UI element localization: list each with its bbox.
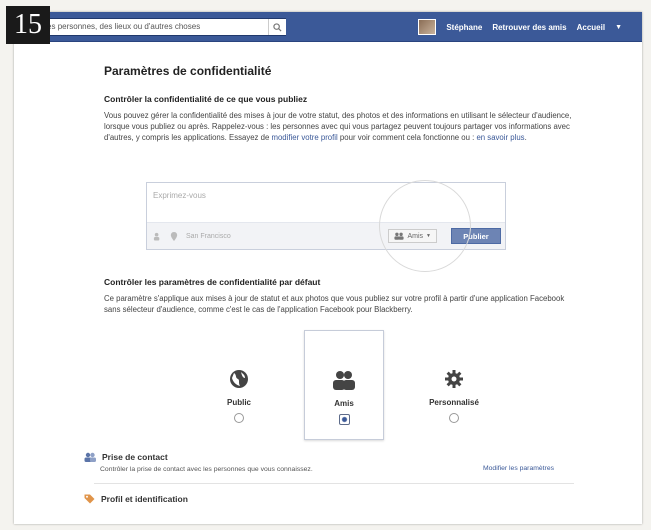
- avatar[interactable]: [418, 19, 437, 35]
- audience-option-label: Public: [226, 398, 251, 407]
- default-privacy-description: Ce paramètre s'applique aux mises à jour…: [104, 294, 565, 314]
- top-nav-links: Stéphane Retrouver des amis Accueil ▼: [418, 12, 622, 42]
- location-text[interactable]: San Francisco: [186, 233, 231, 240]
- edit-settings-link[interactable]: Modifier les paramètres: [483, 465, 554, 472]
- friends-icon: [333, 371, 355, 390]
- profile-link[interactable]: Stéphane: [446, 23, 482, 32]
- globe-icon: [230, 370, 248, 388]
- description-text-mid: pour voir comment cela fonctionne ou :: [337, 133, 477, 142]
- step-number-badge: 15: [6, 6, 50, 44]
- audience-radio-public[interactable]: [234, 413, 244, 423]
- location-pin-icon[interactable]: [170, 231, 178, 241]
- audience-option-label: Personnalisé: [429, 398, 479, 407]
- search-icon: [273, 22, 282, 32]
- default-audience-options: Public Amis Personnalisé: [104, 330, 584, 456]
- page-title: Paramètres de confidentialité: [104, 64, 272, 78]
- browser-frame: ouvez des personnes, des lieux ou d'autr…: [14, 12, 642, 524]
- default-privacy-heading: Contrôler les paramètres de confidential…: [104, 277, 321, 287]
- account-menu-caret-icon[interactable]: ▼: [615, 24, 622, 31]
- audience-option-friends[interactable]: Amis: [304, 330, 384, 440]
- tag-friends-icon[interactable]: [153, 232, 162, 241]
- privacy-settings-content: Paramètres de confidentialité Contrôler …: [104, 64, 584, 440]
- settings-row-profile-tagging[interactable]: Profil et identification: [84, 494, 574, 504]
- find-friends-link[interactable]: Retrouver des amis: [492, 23, 566, 32]
- publish-privacy-heading: Contrôler la confidentialité de ce que v…: [104, 94, 308, 104]
- audience-option-custom[interactable]: Personnalisé: [414, 346, 494, 425]
- edit-profile-link[interactable]: modifier votre profil: [271, 133, 337, 142]
- settings-row-title: Profil et identification: [101, 494, 188, 504]
- home-link[interactable]: Accueil: [577, 23, 605, 32]
- top-navigation-bar: ouvez des personnes, des lieux ou d'autr…: [14, 12, 642, 42]
- default-privacy-section: Contrôler les paramètres de confidential…: [104, 277, 574, 315]
- publish-privacy-description: Vous pouvez gérer la confidentialité des…: [104, 110, 584, 143]
- audience-radio-custom[interactable]: [449, 413, 459, 423]
- highlight-circle: [379, 180, 471, 272]
- contacts-icon: [84, 452, 96, 462]
- audience-radio-friends[interactable]: [338, 414, 350, 425]
- audience-option-public[interactable]: Public: [199, 346, 279, 425]
- privacy-settings-list: Prise de contact Contrôler la prise de c…: [84, 452, 574, 504]
- description-text-end: .: [524, 133, 527, 142]
- tag-icon: [84, 494, 95, 504]
- search-input[interactable]: ouvez des personnes, des lieux ou d'autr…: [14, 18, 286, 36]
- search-button[interactable]: [268, 19, 286, 35]
- settings-row-title: Prise de contact: [102, 452, 168, 462]
- gear-icon: [445, 370, 463, 388]
- learn-more-link[interactable]: en savoir plus: [476, 133, 524, 142]
- settings-row-contact: Prise de contact Contrôler la prise de c…: [84, 452, 574, 473]
- divider: [94, 483, 574, 484]
- audience-option-label: Amis: [334, 399, 354, 408]
